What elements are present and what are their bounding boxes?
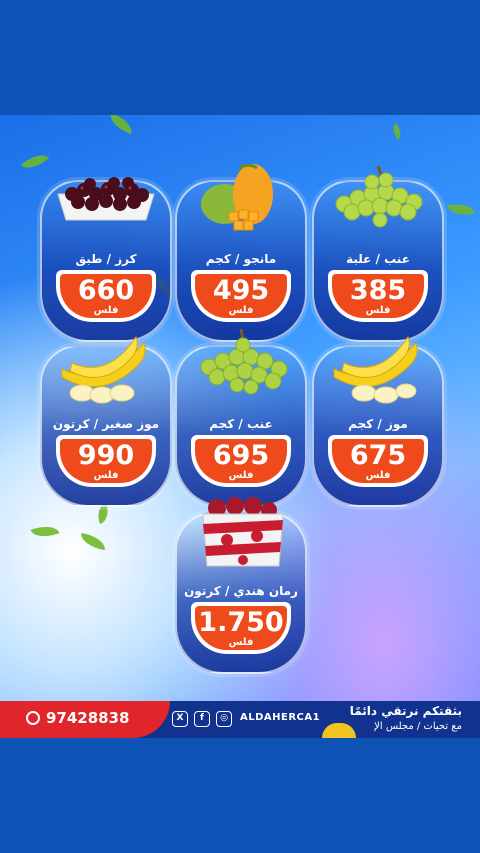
product-name: عنب / علبة — [346, 252, 410, 266]
price-value: 660 — [77, 275, 135, 306]
price-badge: 675 فلس — [328, 435, 428, 487]
price-badge: 695 فلس — [191, 435, 291, 487]
product-card-grapes-box[interactable]: عنب / علبة 385 فلس — [312, 165, 444, 342]
product-name: عنب / كجم — [209, 417, 273, 431]
phone-number: 97428838 — [46, 709, 130, 727]
price-unit: فلس — [228, 470, 254, 481]
price-value: 675 — [349, 440, 407, 471]
price-value: 1.750 — [198, 607, 284, 638]
product-card-small-bananas[interactable]: موز صغير / كرتون 990 فلس — [40, 335, 172, 507]
social-links: X f ◎ — [172, 711, 232, 727]
pomegranate-box-icon — [202, 497, 284, 567]
price-badge: 660 فلس — [56, 270, 156, 322]
leaf-decoration — [106, 115, 136, 135]
product-card-grapes-kg[interactable]: عنب / كجم 695 فلس — [175, 329, 307, 507]
x-icon[interactable]: X — [172, 711, 188, 727]
price-badge: 1.750 فلس — [191, 602, 291, 654]
leaf-decoration — [20, 148, 50, 175]
product-name: موز صغير / كرتون — [52, 417, 160, 431]
product-name: موز / كجم — [348, 417, 408, 431]
price-value: 695 — [212, 440, 270, 471]
price-unit: فلس — [228, 637, 254, 648]
banana-icon — [333, 335, 418, 404]
grapes-icon — [335, 165, 423, 228]
price-unit: فلس — [365, 305, 391, 316]
product-name: كرز / طبق — [75, 252, 137, 266]
product-name: مانجو / كجم — [205, 252, 277, 266]
price-unit: فلس — [93, 305, 119, 316]
phone-link[interactable]: 97428838 — [26, 709, 130, 727]
offers-poster: كرز / طبق 660 فلس مانجو / كجم 495 فلس عن… — [0, 115, 480, 738]
bottom-band — [0, 738, 480, 853]
contact-footer: 97428838 X f ◎ ALDAHERCA1 بثقتكم نرتقي د… — [0, 701, 480, 738]
leaf-decoration — [30, 520, 60, 543]
product-card-mango[interactable]: مانجو / كجم 495 فلس — [175, 164, 307, 342]
social-handle[interactable]: ALDAHERCA1 — [240, 712, 320, 723]
instagram-icon[interactable]: ◎ — [216, 711, 232, 727]
price-unit: فلس — [93, 470, 119, 481]
price-unit: فلس — [228, 305, 254, 316]
price-value: 495 — [212, 275, 270, 306]
top-band — [0, 0, 480, 115]
leaf-decoration — [389, 123, 405, 140]
facebook-icon[interactable]: f — [194, 711, 210, 727]
product-card-bananas-kg[interactable]: موز / كجم 675 فلس — [312, 335, 444, 507]
price-badge: 385 فلس — [328, 270, 428, 322]
product-card-cherries[interactable]: كرز / طبق 660 فلس — [40, 177, 172, 342]
price-unit: فلس — [365, 470, 391, 481]
banana-image — [322, 723, 356, 738]
leaf-decoration — [447, 200, 475, 219]
price-value: 385 — [349, 275, 407, 306]
product-card-pomegranate[interactable]: رمان هندي / كرتون 1.750 فلس — [175, 497, 307, 674]
price-value: 990 — [77, 440, 135, 471]
price-badge: 495 فلس — [191, 270, 291, 322]
grapes-icon — [200, 329, 288, 395]
price-badge: 990 فلس — [56, 435, 156, 487]
banana-icon — [61, 335, 146, 404]
leaf-decoration — [79, 532, 107, 551]
whatsapp-icon — [26, 711, 40, 725]
cherries-icon — [57, 177, 155, 221]
product-name: رمان هندي / كرتون — [184, 584, 298, 598]
phone-strip: 97428838 — [0, 701, 170, 738]
slogan: بثقتكم نرتقي دائمًا — [349, 704, 462, 718]
subslogan: مع تحيات / مجلس الإ — [374, 721, 462, 732]
mango-icon — [201, 164, 273, 231]
